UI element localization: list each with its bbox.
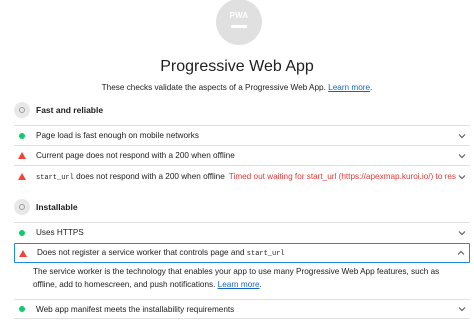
audit-title: Page load is fast enough on mobile netwo… (36, 131, 199, 140)
category-description: These checks validate the aspects of a P… (0, 83, 474, 92)
group-icon (14, 102, 30, 118)
pass-icon (19, 132, 25, 139)
audit-title: Does not register a service worker that … (37, 248, 455, 258)
audit-title: Current page does not respond with a 200… (36, 151, 235, 160)
pass-icon (19, 306, 25, 312)
audit-row-service-worker[interactable]: Does not register a service worker that … (14, 243, 470, 263)
fail-icon (18, 173, 26, 180)
start-url-code: start_url (36, 173, 74, 182)
description-period: . (370, 83, 373, 92)
audit-title-text: does not respond with a 200 when offline (73, 171, 225, 181)
pwa-badge-text: PWA (229, 11, 249, 20)
group-header-fast-reliable: Fast and reliable (14, 101, 103, 119)
audit-title-text: Does not register a service worker that … (37, 248, 247, 257)
pass-icon (19, 229, 25, 236)
audit-row-load-fast[interactable]: Page load is fast enough on mobile netwo… (14, 125, 470, 145)
pwa-badge-bar (231, 25, 247, 28)
chevron-down-icon[interactable] (456, 174, 468, 180)
group-icon (14, 199, 30, 215)
audit-warning: Timed out waiting for start_url (https:/… (228, 171, 456, 181)
category-title: Progressive Web App (160, 58, 314, 75)
audit-details: The service worker is the technology tha… (33, 265, 461, 291)
start-url-code: start_url (246, 250, 285, 258)
audit-title: Web app manifest meets the installabilit… (36, 304, 235, 314)
audit-row-https[interactable]: Uses HTTPS (14, 222, 470, 242)
audit-title: start_url does not respond with a 200 wh… (36, 172, 456, 182)
fail-icon (19, 249, 27, 257)
chevron-up-icon[interactable] (455, 250, 467, 256)
group-title: Fast and reliable (36, 105, 104, 115)
pwa-badge: PWA (213, 0, 265, 48)
details-learn-more-link[interactable]: Learn more (218, 280, 260, 289)
pwa-badge-icon: PWA (216, 0, 262, 45)
details-period: . (259, 280, 262, 289)
learn-more-link[interactable]: Learn more (328, 83, 370, 92)
fail-icon (18, 152, 26, 159)
description-text: These checks validate the aspects of a P… (101, 83, 326, 92)
chevron-down-icon[interactable] (456, 133, 468, 139)
chevron-down-icon[interactable] (456, 153, 468, 159)
audit-row-offline-200[interactable]: Current page does not respond with a 200… (14, 145, 470, 165)
chevron-down-icon[interactable] (456, 230, 468, 236)
audit-title: Uses HTTPS (36, 228, 84, 237)
chevron-down-icon[interactable] (456, 306, 468, 312)
group-title: Installable (36, 202, 78, 212)
group-header-installable: Installable (14, 198, 78, 216)
audit-row-manifest[interactable]: Web app manifest meets the installabilit… (14, 299, 470, 319)
audit-row-start-url-offline[interactable]: start_url does not respond with a 200 wh… (14, 165, 470, 187)
